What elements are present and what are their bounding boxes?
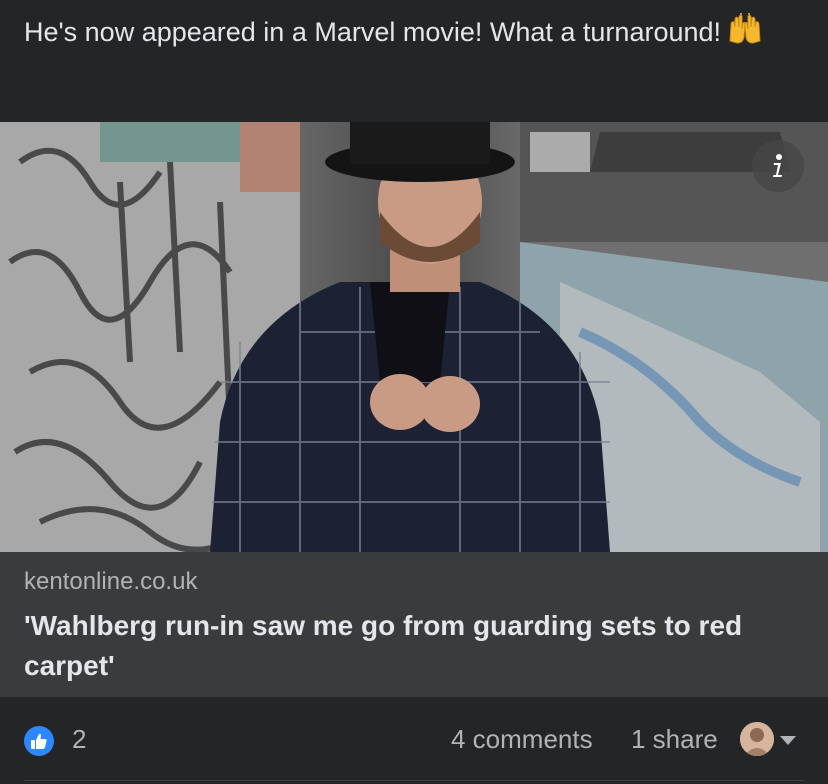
like-reaction-button[interactable] [24, 726, 54, 756]
shares-count[interactable]: 1 share [631, 724, 718, 755]
info-button[interactable] [752, 140, 804, 192]
divider [24, 780, 804, 781]
like-count[interactable]: 2 [72, 724, 86, 755]
link-preview-image[interactable] [0, 122, 828, 552]
raising-hands-emoji [727, 12, 763, 60]
info-icon [773, 154, 782, 177]
avatar-image [740, 722, 774, 756]
post-text-content: He's now appeared in a Marvel movie! Wha… [24, 17, 722, 47]
thumbs-up-icon [31, 733, 47, 749]
link-title[interactable]: 'Wahlberg run-in saw me go from guarding… [24, 606, 804, 686]
avatar[interactable] [740, 722, 774, 756]
link-domain: kentonline.co.uk [24, 568, 198, 595]
link-preview-meta[interactable]: kentonline.co.uk 'Wahlberg run-in saw me… [0, 552, 828, 697]
chevron-down-icon[interactable] [780, 736, 796, 745]
photo-illustration [0, 122, 828, 552]
comments-count[interactable]: 4 comments [451, 724, 593, 755]
post-text: He's now appeared in a Marvel movie! Wha… [24, 8, 804, 60]
